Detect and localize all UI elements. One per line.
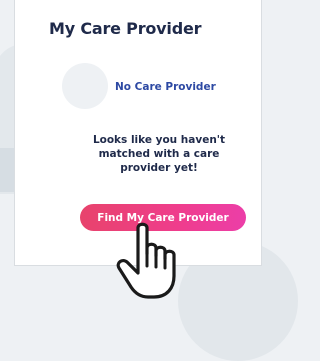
- status-text: No Care Provider: [115, 81, 216, 93]
- hand-pointer-icon: [116, 222, 176, 299]
- card-title: My Care Provider: [49, 19, 202, 38]
- empty-state-message: Looks like you haven't matched with a ca…: [92, 134, 226, 174]
- avatar-placeholder: [62, 63, 108, 109]
